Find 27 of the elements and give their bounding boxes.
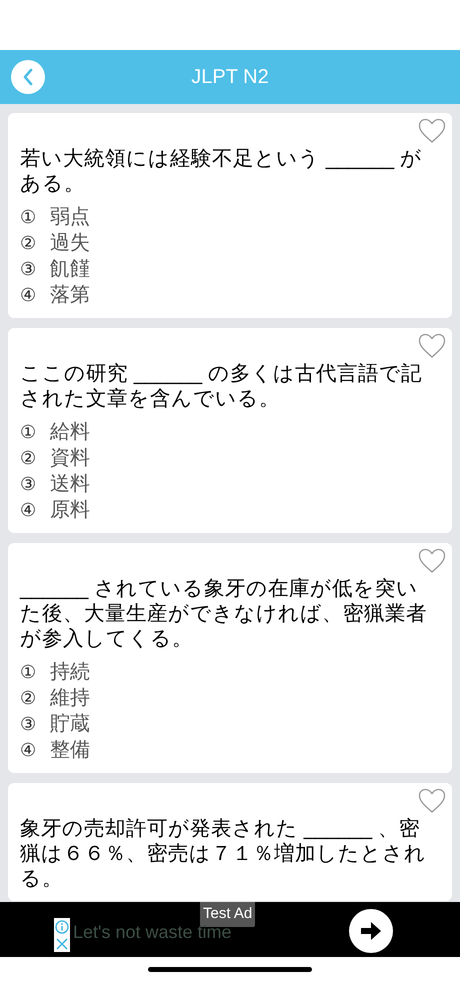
option-number: ④ [20,738,37,762]
option-number: ① [20,660,37,684]
screen-title: JLPT N2 [191,65,269,90]
heart-icon[interactable] [418,548,446,574]
question-text: 象牙の売却許可が発表された ______ 、密猟は６６％、密売は７１％増加したとされる。 [20,816,427,891]
question-text: ここの研究 ______ の多くは古代言語で記された文章を含んでいる。 [20,361,423,411]
back-button[interactable] [11,60,45,94]
back-icon [22,68,34,86]
option-number: ③ [20,712,37,736]
option-number: ② [20,686,37,710]
option-number: ② [20,232,37,254]
option-number: ③ [20,472,37,496]
heart-icon[interactable] [418,333,446,359]
question-text: 若い大統領には経験不足という ______ がある。 [20,146,423,196]
heart-icon[interactable] [418,118,446,144]
arrow-button-icon[interactable] [349,909,393,953]
question-text: ______ されている象牙の在庫が低を突いた後、大量生産ができなければ、密猟業者が参入してくる。 [20,576,428,651]
option-number: ① [20,420,37,444]
option-number: ② [20,446,37,470]
ad-banner[interactable]: Test Ad Let's not waste time [0,902,460,957]
option-number: ③ [20,258,37,280]
option-number: ① [20,206,37,228]
option-number: ④ [20,284,37,306]
option-number: ④ [20,498,37,522]
ad-choices-icon[interactable] [54,918,70,952]
heart-icon[interactable] [418,788,446,814]
ad-badge: Test Ad [200,902,256,926]
